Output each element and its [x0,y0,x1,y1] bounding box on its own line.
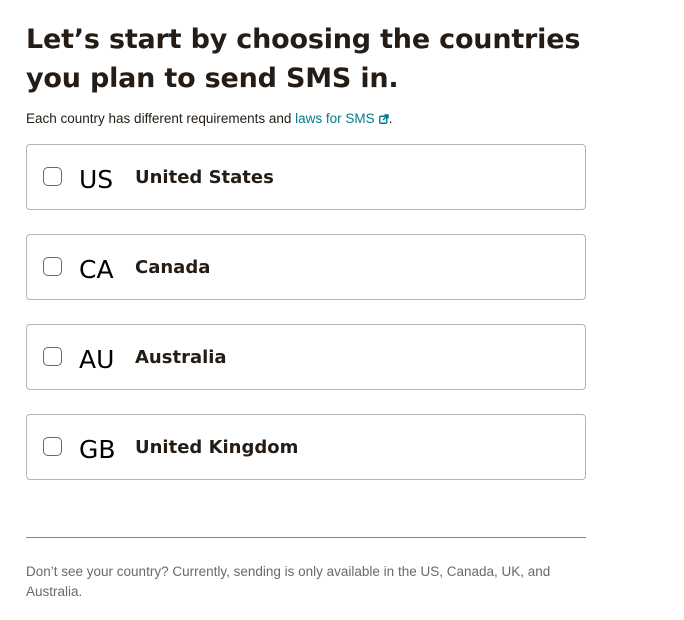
country-checkbox-gb[interactable] [43,437,62,456]
country-checkbox-us[interactable] [43,167,62,186]
requirements-note-period: . [388,111,393,126]
country-code-gb: GB [79,435,116,464]
country-code-us: US [79,165,114,194]
country-option-gb[interactable]: GB United Kingdom [26,414,586,480]
requirements-note-text: Each country has different requirements … [26,111,296,126]
country-checkbox-au[interactable] [43,347,62,366]
country-option-ca[interactable]: CA Canada [26,234,586,300]
availability-note: Don’t see your country? Currently, sendi… [26,564,551,599]
country-name-au: Australia [135,347,227,368]
country-name-us: United States [135,167,274,188]
country-code-ca: CA [79,255,114,284]
page-title: Let’s start by choosing the countries yo… [26,24,581,94]
country-name-gb: United Kingdom [135,437,299,458]
requirements-note: Each country has different requirements … [26,110,586,128]
external-link-icon [378,114,389,124]
country-option-us[interactable]: US United States [26,144,586,210]
country-selection-panel: Let’s start by choosing the countries yo… [26,0,586,504]
country-checkbox-ca[interactable] [43,257,62,276]
country-list: US United States CA Canada AU Australia … [26,144,586,480]
laws-for-sms-link-label: laws for SMS [295,111,375,126]
country-name-ca: Canada [135,257,211,278]
country-code-au: AU [79,345,115,374]
laws-for-sms-link[interactable]: laws for SMS [295,111,389,126]
divider [26,537,586,538]
country-option-au[interactable]: AU Australia [26,324,586,390]
